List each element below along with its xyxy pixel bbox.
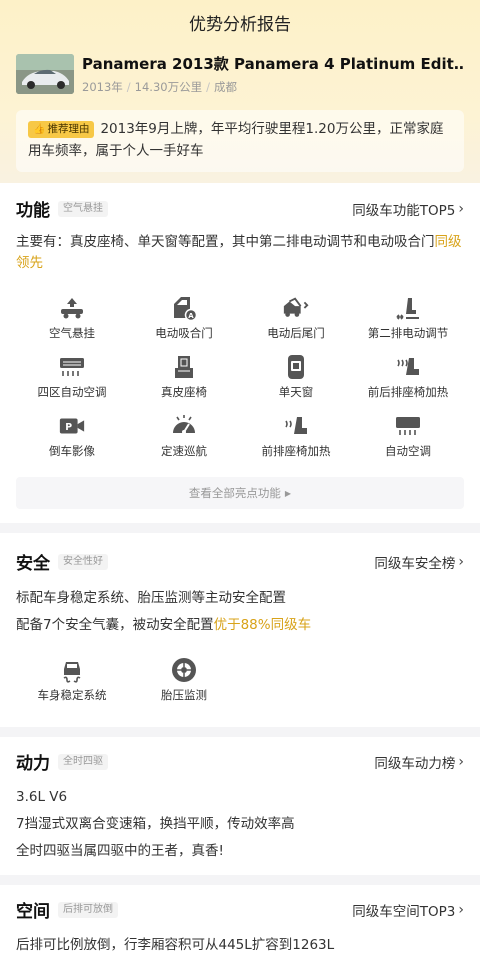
car-meta: 2013年/14.30万公里 / 成都 (82, 80, 237, 94)
four-zone-ac-icon (58, 353, 86, 381)
car-summary[interactable]: Panamera 2013款 Panamera 4 Platinum Editi… (0, 44, 480, 96)
space-badge: 后排可放倒 (58, 901, 118, 918)
front-rear-seat-heating-icon (394, 353, 422, 381)
power-desc-line2: 全时四驱当属四驱中的王者，真香! (16, 843, 224, 859)
feature-item[interactable]: 定速巡航 (128, 412, 240, 471)
feature-item[interactable]: 电动后尾门 (240, 294, 352, 353)
power-desc-line1: 7挡湿式双离合变速箱，换挡平顺，传动效率高 (16, 816, 295, 832)
feature-item[interactable]: 车身稳定系统 (16, 656, 128, 715)
function-feature-grid: 空气悬挂 A 电动吸合门 电动后尾门 第二排电动调节 四区自动空调 真皮座椅 单… (16, 294, 464, 471)
feature-item[interactable]: 前后排座椅加热 (352, 353, 464, 412)
svg-text:P: P (65, 422, 72, 433)
second-row-power-seat-icon (394, 294, 422, 322)
safety-highlight: 优于88%同级车 (213, 617, 312, 633)
space-card: 空间 后排可放倒 同级车空间TOP3 › 后排可比例放倒，行李厢容积可从445L扩… (0, 885, 480, 967)
soft-close-door-icon: A (170, 294, 198, 322)
safety-desc-line2: 配备7个安全气囊，被动安全配置优于88%同级车 (16, 617, 312, 633)
safety-desc-line1: 标配车身稳定系统、胎压监测等主动安全配置 (16, 590, 286, 606)
power-badge: 全时四驱 (58, 753, 108, 770)
chevron-right-icon: › (458, 553, 464, 570)
space-desc: 后排可比例放倒，行李厢容积可从445L扩容到1263L (16, 937, 335, 953)
feature-item[interactable]: 前排座椅加热 (240, 412, 352, 471)
safety-feature-row: 车身稳定系统 胎压监测 (16, 656, 464, 715)
space-title: 空间 (16, 902, 50, 922)
safety-title: 安全 (16, 554, 50, 574)
feature-item[interactable]: 胎压监测 (128, 656, 240, 715)
chevron-right-icon: › (458, 753, 464, 770)
space-top3-link[interactable]: 同级车空间TOP3 › (352, 900, 464, 920)
feature-item[interactable]: A 电动吸合门 (128, 294, 240, 353)
car-mileage: 14.30万公里 (134, 80, 203, 94)
car-city: 成都 (213, 80, 237, 94)
feature-item[interactable]: 单天窗 (240, 353, 352, 412)
recommend-reason-tag: 👍 推荐理由 (28, 121, 95, 138)
car-name: Panamera 2013款 Panamera 4 Platinum Editi… (82, 55, 464, 73)
car-year: 2013年 (82, 80, 123, 94)
recommend-reason: 👍 推荐理由 2013年9月上牌，年平均行驶里程1.20万公里，正常家庭用车频率，属… (16, 110, 464, 172)
chevron-right-icon: › (458, 200, 464, 217)
reverse-camera-icon: P (58, 412, 86, 440)
function-badge: 空气悬挂 (58, 200, 108, 217)
chevron-right-icon: › (458, 901, 464, 918)
tire-pressure-icon (170, 656, 198, 684)
feature-item[interactable]: 第二排电动调节 (352, 294, 464, 353)
feature-item[interactable]: 空气悬挂 (16, 294, 128, 353)
function-card: 功能 空气悬挂 同级车功能TOP5 › 主要有：真皮座椅、单天窗等配置，其中第二排… (0, 183, 480, 523)
view-all-features-button[interactable]: 查看全部亮点功能 ▶ (16, 477, 464, 509)
function-top5-link[interactable]: 同级车功能TOP5 › (352, 199, 464, 219)
function-desc: 主要有：真皮座椅、单天窗等配置，其中第二排电动调节和电动吸合门同级领先 (16, 234, 462, 271)
air-suspension-icon (58, 294, 86, 322)
title-bar: 优势分析报告 (0, 0, 480, 44)
auto-ac-icon (394, 412, 422, 440)
svg-text:A: A (188, 312, 194, 320)
function-title: 功能 (16, 201, 50, 221)
power-card: 动力 全时四驱 同级车动力榜 › 3.6L V6 7挡湿式双离合变速箱，换挡平顺，… (0, 737, 480, 875)
front-seat-heating-icon (282, 412, 310, 440)
triangle-right-icon: ▶ (284, 488, 292, 498)
safety-card: 安全 安全性好 同级车安全榜 › 标配车身稳定系统、胎压监测等主动安全配置 配备7… (0, 533, 480, 727)
sunroof-icon (282, 353, 310, 381)
car-thumbnail (16, 54, 74, 94)
power-rank-link[interactable]: 同级车动力榜 › (374, 752, 464, 772)
feature-item[interactable]: 真皮座椅 (128, 353, 240, 412)
power-title: 动力 (16, 754, 50, 774)
feature-item[interactable]: 四区自动空调 (16, 353, 128, 412)
stability-control-icon (58, 656, 86, 684)
leather-seat-icon (170, 353, 198, 381)
safety-rank-link[interactable]: 同级车安全榜 › (374, 552, 464, 572)
power-tailgate-icon (282, 294, 310, 322)
cruise-control-icon (170, 412, 198, 440)
feature-item[interactable]: P 倒车影像 (16, 412, 128, 471)
feature-item[interactable]: 自动空调 (352, 412, 464, 471)
page-title: 优势分析报告 (189, 14, 291, 35)
power-engine: 3.6L V6 (16, 789, 68, 805)
safety-badge: 安全性好 (58, 553, 108, 570)
thumbs-up-icon: 👍 (33, 124, 46, 135)
